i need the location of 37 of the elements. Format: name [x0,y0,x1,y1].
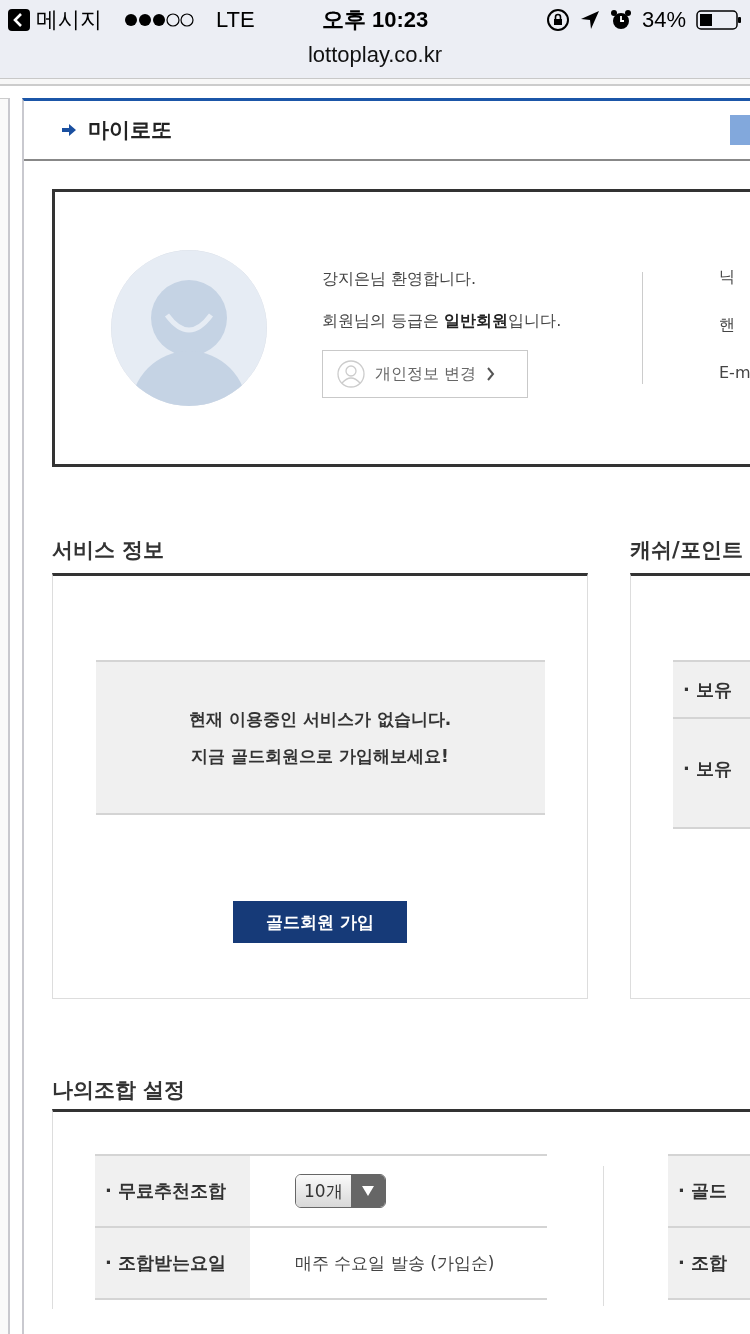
battery-icon [696,9,742,31]
section-title: 서비스 정보 [52,537,166,564]
row-label: · 보유 [673,662,750,719]
row-label: · 보유 [673,719,750,829]
chevron-icon [486,367,496,381]
alarm-clock-icon [609,9,632,31]
row-label: · 조합받는요일 [95,1228,250,1298]
url-text[interactable]: lottoplay.co.kr [307,40,443,68]
detail-label: 닉 [719,266,736,288]
membership-join-button[interactable]: 골드회원 가입 [233,901,407,943]
row-label: · 골드 [678,1179,728,1203]
rotation-lock-icon [545,8,570,32]
detail-label: 핸 [719,314,736,336]
message-text: 지금 골드회원으로 가입해보세요! [191,744,449,768]
page-title: 마이로또 [88,117,172,144]
detail-label: E-m [719,362,750,384]
message-text: 현재 이용중인 서비스가 없습니다. [188,707,452,731]
back-button[interactable]: 메시지 [8,5,102,35]
row-value: 매주 수요일 발송 (가입순) [295,1251,495,1275]
row-label: · 무료추천조합 [95,1156,250,1226]
person-icon [337,360,365,388]
section-title: 나의조합 설정 [52,1077,187,1104]
back-label: 메시지 [36,6,102,34]
carrier-label: LTE [216,7,255,33]
grade-text: 회원님의 등급은 일반회원입니다. [322,310,563,332]
welcome-text: 강지은님 환영합니다. [322,268,478,290]
count-dropdown[interactable]: 10개 [295,1174,386,1208]
dropdown-arrow-icon [361,1186,374,1196]
arrow-icon [62,124,76,136]
row-label: · 조합 [678,1251,728,1275]
battery-percent: 34% [641,7,686,33]
edit-profile-button[interactable]: 개인정보 변경 [322,350,528,398]
location-arrow-icon [579,10,600,30]
back-icon [8,9,30,31]
avatar-icon [110,249,268,407]
section-title: 캐쉬/포인트 [630,537,744,564]
clock-time: 오후 10:23 [320,6,430,34]
